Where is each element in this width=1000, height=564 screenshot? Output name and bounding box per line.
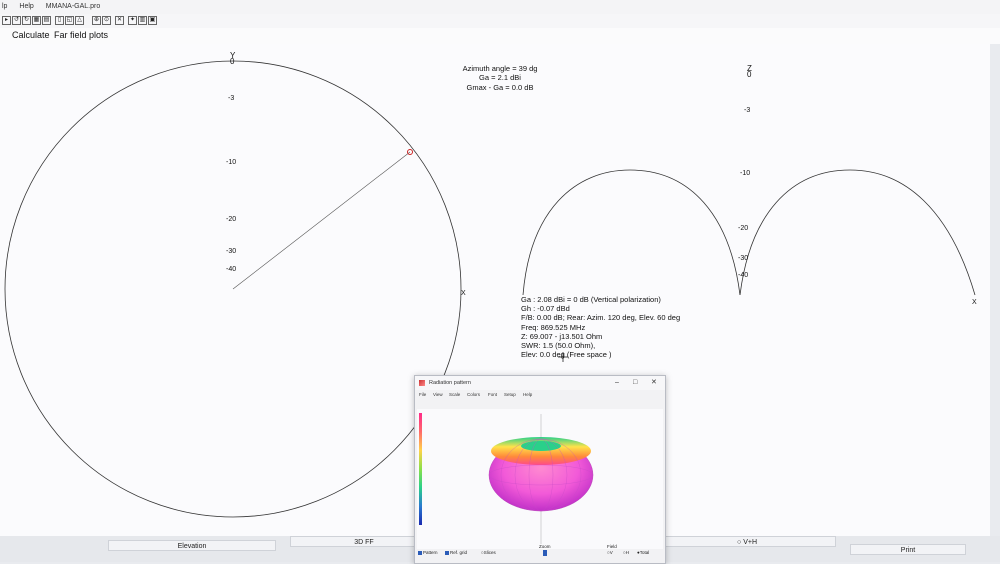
elevation-lobe-right xyxy=(739,169,976,296)
minimize-icon[interactable]: – xyxy=(615,376,619,390)
popup-menu-setup[interactable]: Setup xyxy=(504,390,516,400)
elevation-button[interactable]: Elevation xyxy=(108,540,276,551)
tick-label: -3 xyxy=(744,107,750,114)
app-icon xyxy=(419,380,425,386)
azimuth-direction-line xyxy=(232,151,411,290)
field-label: Field xyxy=(607,544,617,549)
elevation-lobe-left xyxy=(522,169,741,296)
tick-label: -30 xyxy=(226,248,236,255)
tick-label: 0 xyxy=(747,70,752,79)
result-ga: Ga : 2.08 dBi = 0 dB (Vertical polarizat… xyxy=(521,295,661,304)
tick-label: -20 xyxy=(738,225,748,232)
elevation-plot: Z 0 -3 -10 -20 -30 -40 X xyxy=(522,64,977,306)
gmax-value: Gmax - Ga = 0.0 dB xyxy=(466,82,534,92)
maximize-icon[interactable]: □ xyxy=(633,376,637,390)
tick-label: -3 xyxy=(228,95,234,102)
tick-label: -10 xyxy=(740,170,750,177)
result-freq: Freq: 869.525 MHz xyxy=(521,322,586,332)
v-radio[interactable]: ○V xyxy=(607,550,613,555)
h-radio[interactable]: ○H xyxy=(623,550,629,555)
azimuth-plot: Y 0 -3 -10 -20 -30 -40 X xyxy=(4,51,466,518)
results-panel: Ga : 2.08 dBi = 0 dB (Vertical polarizat… xyxy=(521,295,680,359)
popup-menu-colors[interactable]: Colors xyxy=(467,390,480,400)
popup-menu-scale[interactable]: Scale xyxy=(449,390,460,400)
popup-menu-file[interactable]: File xyxy=(419,390,426,400)
result-impedance: Z: 69.007 - j13.501 Ohm xyxy=(521,331,603,341)
radio-icon: ○ xyxy=(737,539,742,546)
result-gh: Gh : -0.07 dBd xyxy=(521,304,570,314)
popup-footer: Pattern Ref. grid ○Slices Zoom Field ○V … xyxy=(415,544,665,562)
popup-menu-font[interactable]: Font xyxy=(488,390,497,400)
vh-label: V+H xyxy=(743,539,757,546)
x-axis-label: X xyxy=(972,299,977,306)
zoom-slider[interactable] xyxy=(543,550,547,556)
zoom-label: Zoom xyxy=(539,544,551,549)
radiation-pattern-window: Radiation pattern – □ ✕ File View Scale … xyxy=(414,375,666,564)
close-icon[interactable]: ✕ xyxy=(651,376,657,390)
slices-radio[interactable]: ○Slices xyxy=(481,550,496,555)
total-radio[interactable]: ●Total xyxy=(637,550,649,555)
popup-menu: File View Scale Colors Font Setup Help xyxy=(415,390,665,400)
azimuth-info: Azimuth angle = 39 dg Ga = 2.1 dBi Gmax … xyxy=(455,64,545,92)
result-elevation: Elev: 0.0 deg (Free space ) xyxy=(521,350,612,360)
result-swr: SWR: 1.5 (50.0 Ohm), xyxy=(521,341,596,351)
pattern-checkbox[interactable]: Pattern xyxy=(418,550,438,555)
gain-value: Ga = 2.1 dBi xyxy=(479,73,521,83)
popup-menu-view[interactable]: View xyxy=(433,390,443,400)
azimuth-angle: Azimuth angle = 39 dg xyxy=(462,64,538,73)
vh-option[interactable]: ○ V+H xyxy=(664,536,836,547)
window-titlebar: Radiation pattern – □ ✕ xyxy=(415,376,665,390)
ref-grid-checkbox[interactable]: Ref. grid xyxy=(445,550,467,555)
pattern-top-center xyxy=(521,441,561,451)
tick-label: -10 xyxy=(226,159,236,166)
result-fb: F/B: 0.00 dB; Rear: Azim. 120 deg, Elev.… xyxy=(521,313,681,323)
print-button[interactable]: Print xyxy=(850,544,966,555)
popup-menu-help[interactable]: Help xyxy=(523,390,532,400)
x-axis-label: X xyxy=(461,290,466,297)
tick-label: -40 xyxy=(738,272,748,279)
tick-label: 0 xyxy=(230,57,235,66)
tick-label: -30 xyxy=(738,255,748,262)
window-title: Radiation pattern xyxy=(429,380,471,386)
3d-pattern-view[interactable] xyxy=(417,409,663,549)
tick-label: -40 xyxy=(226,266,236,273)
tick-label: -20 xyxy=(226,216,236,223)
3d-pattern-svg xyxy=(488,414,594,544)
